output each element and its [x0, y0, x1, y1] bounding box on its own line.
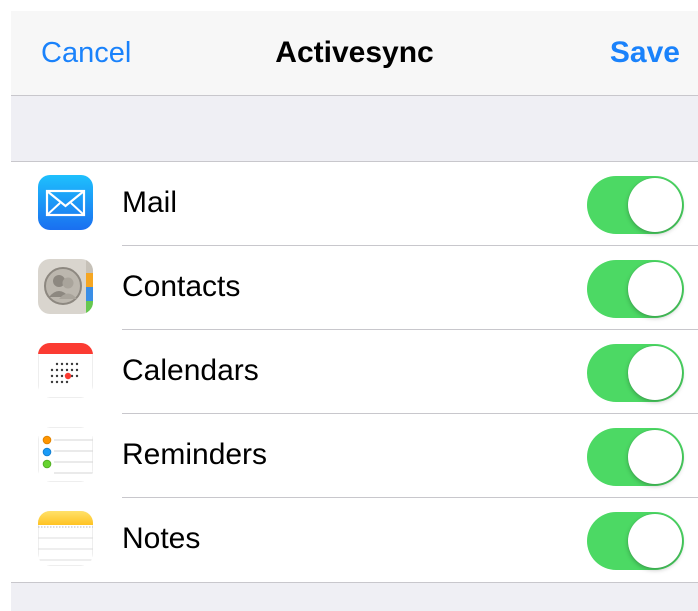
- contacts-toggle[interactable]: [587, 260, 684, 318]
- list-item-notes: Notes: [11, 498, 698, 582]
- toggle-knob: [628, 262, 682, 316]
- list-item-reminders: Reminders: [11, 414, 698, 498]
- toggle-knob: [628, 346, 682, 400]
- mail-toggle[interactable]: [587, 176, 684, 234]
- notes-toggle[interactable]: [587, 512, 684, 570]
- toggle-knob: [628, 514, 682, 568]
- contacts-app-icon: [38, 259, 93, 314]
- item-label-notes: Notes: [122, 522, 201, 555]
- sync-items-list: Mail Contacts Calendars Reminders Notes: [11, 161, 698, 583]
- mail-app-icon: [38, 175, 93, 230]
- list-item-contacts: Contacts: [11, 246, 698, 330]
- notes-app-icon: [38, 511, 93, 566]
- navigation-bar: Cancel Activesync Save: [11, 11, 698, 96]
- item-label-mail: Mail: [122, 186, 178, 219]
- list-item-mail: Mail: [11, 162, 698, 246]
- calendars-app-icon: [38, 343, 93, 398]
- toggle-knob: [628, 178, 682, 232]
- item-label-calendars: Calendars: [122, 354, 259, 387]
- item-label-reminders: Reminders: [122, 438, 268, 471]
- item-label-contacts: Contacts: [122, 270, 241, 303]
- reminders-toggle[interactable]: [587, 428, 684, 486]
- list-item-calendars: Calendars: [11, 330, 698, 414]
- page-title: Activesync: [275, 36, 434, 69]
- toggle-knob: [628, 430, 682, 484]
- calendars-toggle[interactable]: [587, 344, 684, 402]
- save-button[interactable]: Save: [610, 36, 680, 70]
- screen: Cancel Activesync Save Mail Contacts Cal…: [11, 11, 698, 611]
- reminders-app-icon: [38, 427, 93, 482]
